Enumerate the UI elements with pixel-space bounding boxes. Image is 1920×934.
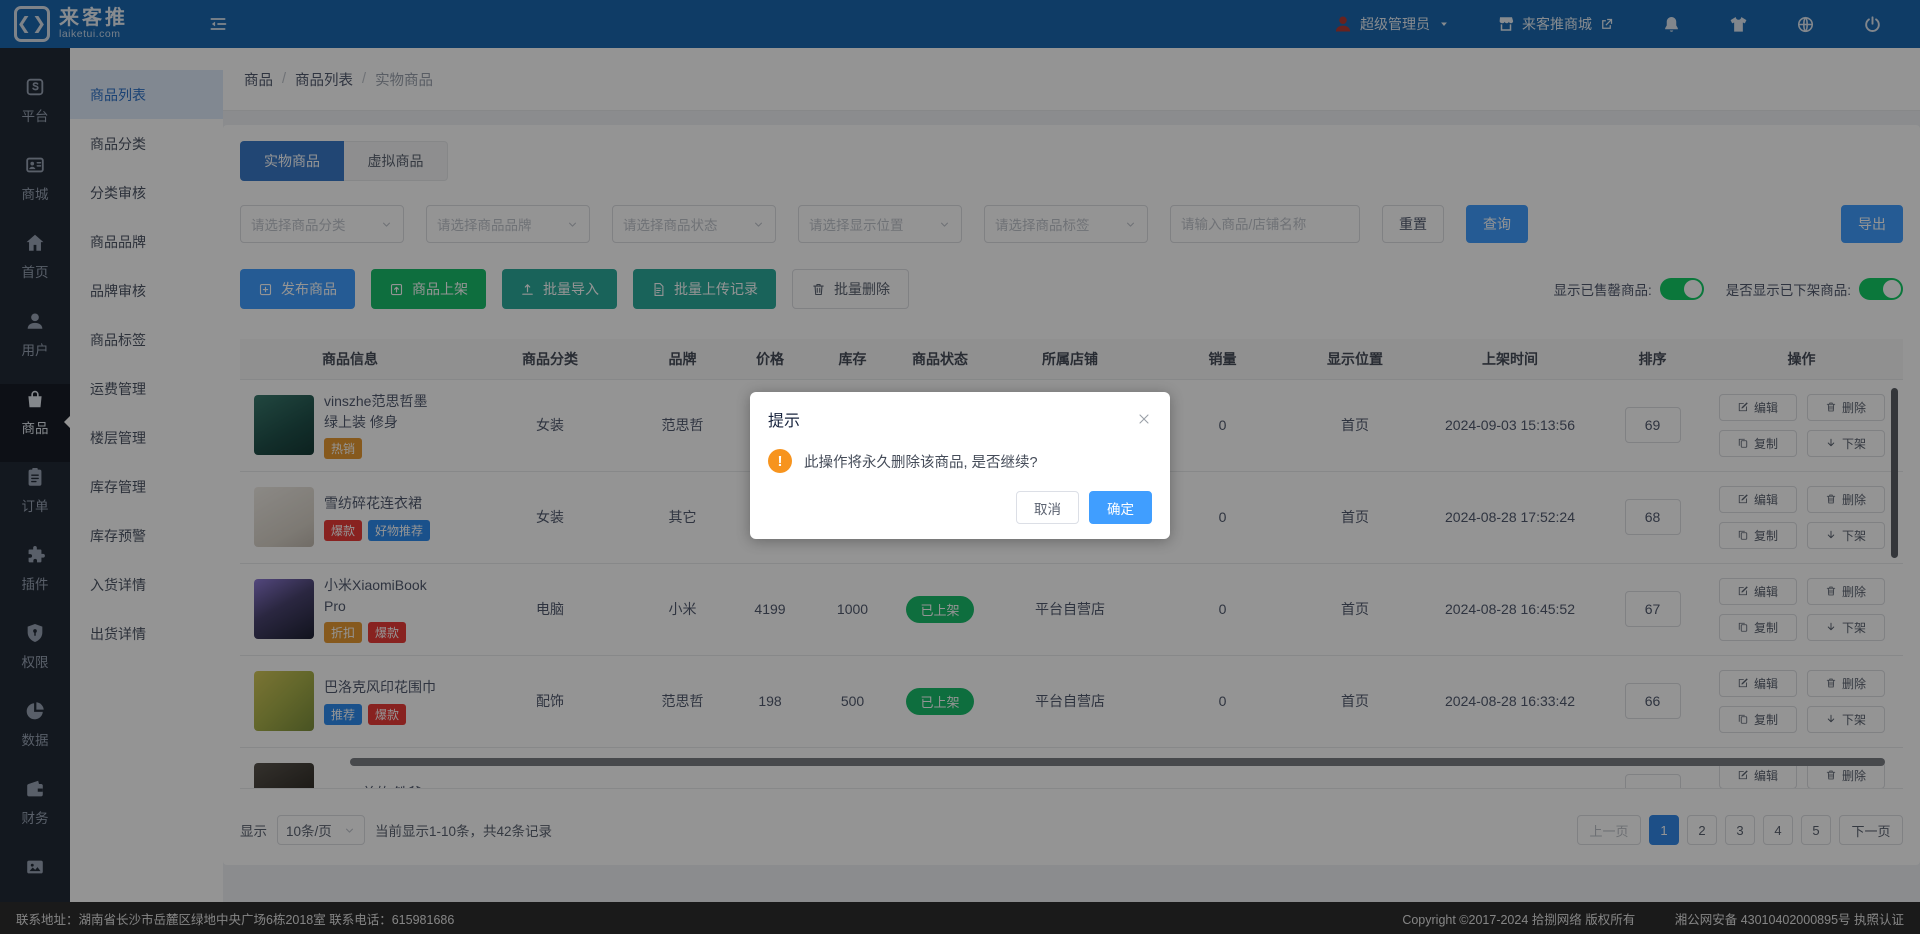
cancel-button[interactable]: 取消	[1016, 491, 1079, 524]
warning-icon: !	[768, 449, 792, 473]
dialog-title: 提示	[768, 413, 801, 430]
dialog-message: 此操作将永久删除该商品, 是否继续?	[804, 454, 1038, 471]
confirm-dialog: 提示 ! 此操作将永久删除该商品, 是否继续? 取消 确定	[750, 392, 1170, 539]
close-icon[interactable]	[1136, 411, 1152, 427]
confirm-button[interactable]: 确定	[1089, 491, 1152, 524]
